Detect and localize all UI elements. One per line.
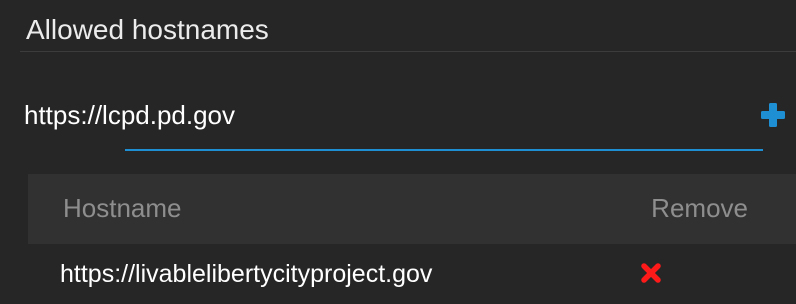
hostnames-table: Hostname Remove https://livablelibertyci… — [28, 174, 796, 304]
title-divider — [20, 51, 796, 52]
plus-icon — [761, 103, 785, 127]
table-header: Hostname Remove — [28, 174, 796, 244]
section-title: Allowed hostnames — [26, 14, 269, 45]
allowed-hostnames-panel: Allowed hostnames Hostname Remove https:… — [0, 0, 796, 304]
table-row: https://livablelibertycityproject.gov — [28, 244, 796, 304]
remove-hostname-button[interactable] — [640, 262, 662, 284]
hostname-cell: https://livablelibertycityproject.gov — [60, 260, 433, 288]
close-icon — [641, 263, 661, 283]
add-hostname-button[interactable] — [758, 100, 788, 130]
column-header-hostname: Hostname — [63, 193, 182, 223]
input-underline — [125, 149, 763, 151]
hostname-input[interactable] — [24, 95, 744, 135]
column-header-remove: Remove — [651, 193, 748, 223]
